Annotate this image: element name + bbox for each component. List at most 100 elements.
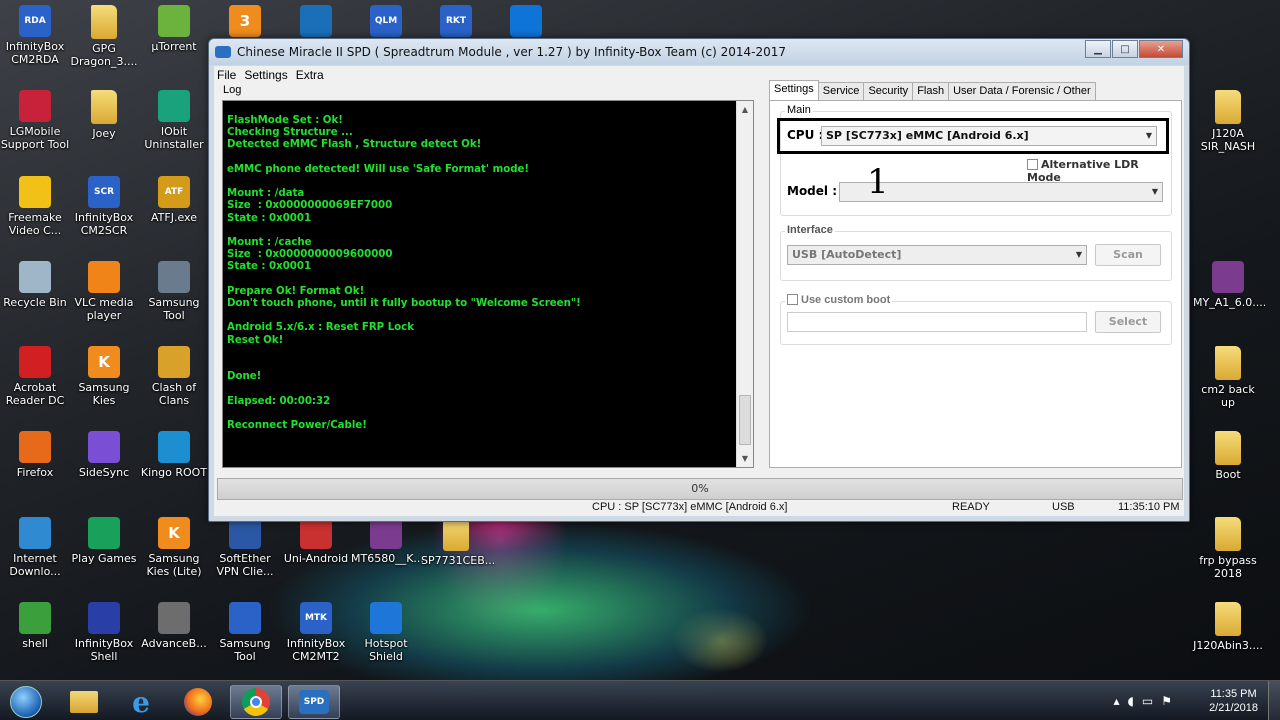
desktop-icon-kingo-root[interactable]: Kingo ROOT (139, 431, 209, 479)
taskbar-ie[interactable]: e (115, 685, 167, 719)
desktop-icon-samsung[interactable]: K Samsung Kies (69, 346, 139, 407)
chevron-down-icon: ▼ (1145, 131, 1152, 140)
desktop-icon-cm2-back-up[interactable]: cm2 back up (1193, 346, 1263, 409)
desktop-icon-samsung[interactable]: K Samsung Kies (Lite) (139, 517, 209, 578)
desktop-icon-label: Recycle Bin (3, 296, 67, 309)
taskbar-spd-tool[interactable]: SPD (288, 685, 340, 719)
desktop-icon-gpg[interactable]: GPG Dragon_3.... (69, 5, 139, 68)
taskbar-clock[interactable]: 11:35 PM 2/21/2018 (1209, 687, 1258, 715)
window-titlebar[interactable]: Chinese Miracle II SPD ( Spreadtrum Modu… (209, 39, 1189, 65)
desktop-icon-acrobat[interactable]: Acrobat Reader DC (0, 346, 70, 407)
desktop-icon-hotspot[interactable]: Hotspot Shield (351, 602, 421, 663)
taskbar: e SPD ▴◖▭⚑ 11:35 PM 2/21/2018 (0, 680, 1280, 720)
model-label: Model : (787, 184, 838, 198)
desktop-icon-label: Samsung Tool (148, 296, 200, 322)
desktop-icon-uni-android[interactable]: Uni-Android (281, 517, 351, 565)
select-button[interactable]: Select (1095, 311, 1161, 333)
file-explorer-icon (70, 691, 98, 713)
desktop-icon-advanceb-[interactable]: AdvanceB... (139, 602, 209, 650)
tab-flash[interactable]: Flash (912, 82, 950, 100)
desktop-icon-samsung[interactable]: Samsung Tool (210, 602, 280, 663)
interface-select[interactable]: USB [AutoDetect] ▼ (787, 245, 1087, 265)
tab-security[interactable]: Security (863, 82, 914, 100)
alternative-ldr-checkbox[interactable]: Alternative LDR Mode (1027, 158, 1171, 184)
scroll-down-arrow-icon[interactable]: ▼ (737, 450, 753, 467)
desktop-icon-mt6580-k-[interactable]: MT6580__K... (351, 517, 424, 565)
menu-extra[interactable]: Extra (293, 68, 329, 82)
desktop-icon-label: SP7731CEB... (421, 554, 496, 567)
desktop-icon-infinitybox-qlm[interactable]: QLM (351, 5, 421, 40)
taskbar-chrome[interactable] (230, 685, 282, 719)
desktop-icon-clash-of[interactable]: Clash of Clans (139, 346, 209, 407)
infinitybox-qlm-icon: QLM (370, 5, 402, 37)
interface-select-value: USB [AutoDetect] (792, 248, 902, 261)
desktop-icon-label: J120Abin3.... (1193, 639, 1263, 652)
maximize-button[interactable]: □ (1112, 40, 1138, 58)
scroll-thumb[interactable] (739, 395, 751, 445)
desktop-icon-sidesync[interactable]: SideSync (69, 431, 139, 479)
infinitybox-cm2scr-icon: SCR (88, 176, 120, 208)
clock-date: 2/21/2018 (1209, 702, 1258, 714)
close-button[interactable]: ✕ (1139, 40, 1183, 58)
custom-boot-checkbox[interactable]: Use custom boot (785, 294, 893, 306)
cpu-select[interactable]: SP [SC773x] eMMC [Android 6.x] ▼ (821, 126, 1157, 146)
taskbar-explorer[interactable] (58, 685, 110, 719)
desktop-icon-softether[interactable]: SoftEther VPN Clie... (210, 517, 280, 578)
desktop-icon-joey[interactable]: Joey (69, 90, 139, 140)
desktop-icon-infinitybox[interactable]: RDA InfinityBox CM2RDA (0, 5, 70, 66)
menu-file[interactable]: File (214, 68, 241, 82)
menu-settings[interactable]: Settings (241, 68, 292, 82)
kies-icon: 3 (229, 5, 261, 37)
desktop-icon-infinitybox[interactable]: InfinityBox Shell (69, 602, 139, 663)
utorrent-icon (158, 5, 190, 37)
tab-user-data[interactable]: User Data / Forensic / Other (948, 82, 1096, 100)
desktop-icon-sp7731ceb-[interactable]: SP7731CEB... (421, 517, 496, 567)
show-desktop-button[interactable] (1268, 681, 1280, 720)
checkbox-icon (787, 294, 798, 305)
infinitybox-rkt-icon: RKT (440, 5, 472, 37)
checkbox-icon (1027, 159, 1038, 170)
desktop-icon-freemake[interactable]: Freemake Video C... (0, 176, 70, 237)
start-button[interactable] (4, 685, 48, 719)
desktop-icon-boot[interactable]: Boot (1193, 431, 1263, 481)
tab-settings[interactable]: Settings (769, 80, 819, 100)
desktop-icon-infinitybox[interactable]: MTK InfinityBox CM2MT2 (281, 602, 351, 663)
lg-icon (19, 90, 51, 122)
desktop-icon-atfj-exe[interactable]: ATF ATFJ.exe (139, 176, 209, 224)
minimize-button[interactable]: ▁ (1085, 40, 1111, 58)
desktop-icon-shell[interactable]: shell (0, 602, 70, 650)
desktop-icon-j120abin3-[interactable]: J120Abin3.... (1193, 602, 1263, 652)
chevron-down-icon: ▼ (1151, 187, 1158, 196)
log-label: Log (223, 84, 242, 96)
desktop-icon-label: AdvanceB... (141, 637, 207, 650)
desktop-icon-vlc-media[interactable]: VLC media player (69, 261, 139, 322)
desktop-icon-label: Internet Downlo... (9, 552, 61, 578)
taskbar-firefox[interactable] (172, 685, 224, 719)
desktop-icon-j120a[interactable]: J120A SIR_NASH (1193, 90, 1263, 153)
desktop-icon-samsung[interactable]: Samsung Tool (139, 261, 209, 322)
desktop-icon-play-games[interactable]: Play Games (69, 517, 139, 565)
desktop-icon-frp-bypass[interactable]: frp bypass 2018 (1193, 517, 1263, 580)
desktop-icon-recycle-bin[interactable]: Recycle Bin (0, 261, 70, 309)
desktop-icon-anchor[interactable] (281, 5, 351, 40)
desktop-icon-infinitybox-rkt[interactable]: RKT (421, 5, 491, 40)
desktop-icon-teamviewer[interactable] (491, 5, 561, 40)
progress-bar: 0% (217, 478, 1183, 500)
log-scrollbar[interactable]: ▲ ▼ (736, 101, 753, 467)
desktop-icon-label: μTorrent (151, 40, 197, 53)
desktop-icon-firefox[interactable]: Firefox (0, 431, 70, 479)
tab-service[interactable]: Service (817, 82, 865, 100)
log-console[interactable]: FlashMode Set : Ok! Checking Structure .… (222, 100, 754, 468)
desktop-icon-infinitybox[interactable]: SCR InfinityBox CM2SCR (69, 176, 139, 237)
desktop-icon--torrent[interactable]: μTorrent (139, 5, 209, 53)
desktop-icon-label: SoftEther VPN Clie... (216, 552, 274, 578)
desktop-icon-kies[interactable]: 3 (210, 5, 280, 40)
scan-button[interactable]: Scan (1095, 244, 1161, 266)
desktop-icon-internet[interactable]: Internet Downlo... (0, 517, 70, 578)
scroll-up-arrow-icon[interactable]: ▲ (737, 101, 753, 118)
desktop-icon-iobit[interactable]: IObit Uninstaller (139, 90, 209, 151)
desktop-icon-my-a1-6-0-[interactable]: MY_A1_6.0.... (1193, 261, 1266, 309)
desktop-icon-lgmobile[interactable]: LGMobile Support Tool (0, 90, 70, 151)
tray-icons[interactable]: ▴◖▭⚑ (1114, 694, 1180, 708)
custom-boot-path-input[interactable] (787, 312, 1087, 332)
